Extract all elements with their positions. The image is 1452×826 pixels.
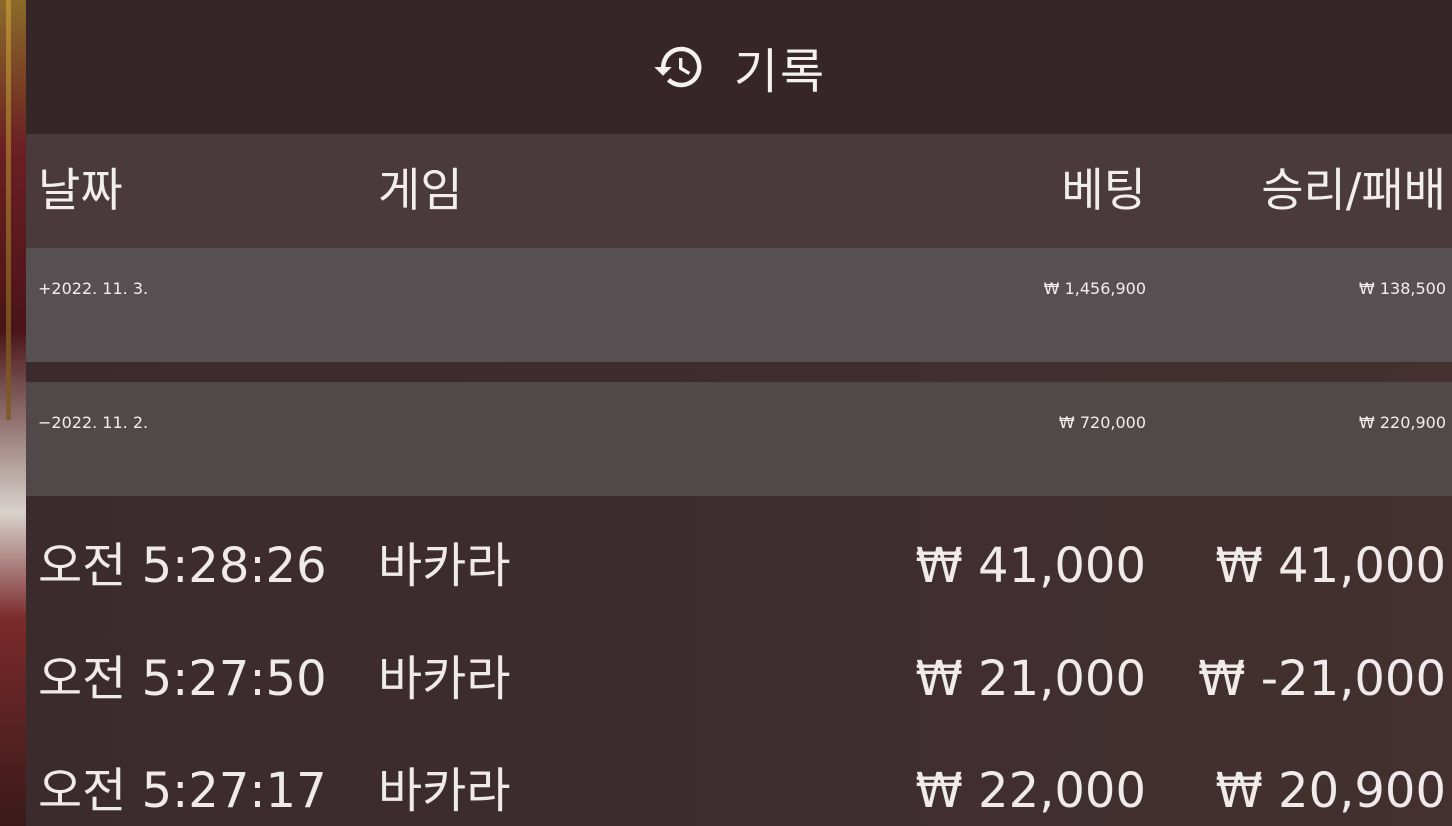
history-entry-row: 오전 5:27:50 바카라 ₩ 21,000 ₩ -21,000 (26, 610, 1452, 724)
group-bet-total: ₩ 1,456,900 (1043, 279, 1146, 298)
history-entry-row: 오전 5:27:17 바카라 ₩ 22,000 ₩ 20,900 (26, 724, 1452, 826)
date-group-toggle[interactable]: −2022. 11. 2. (38, 415, 148, 431)
history-panel: 기록 날짜 게임 베팅 승리/패배 +2022. 11. 3. ₩ 1,456,… (26, 0, 1452, 826)
column-header-result: 승리/패배 (1261, 163, 1446, 217)
entry-game: 바카라 (378, 538, 511, 594)
date-group-row[interactable]: −2022. 11. 2. ₩ 720,000 ₩ 220,900 (26, 382, 1452, 496)
entry-result: ₩ 41,000 (1215, 538, 1446, 594)
history-entry-row: 오전 5:28:26 바카라 ₩ 41,000 ₩ 41,000 (26, 496, 1452, 610)
background-edge (0, 0, 26, 826)
entry-game: 바카라 (378, 763, 511, 819)
entry-time: 오전 5:27:17 (38, 763, 327, 819)
entry-result: ₩ 20,900 (1215, 763, 1446, 819)
history-icon (654, 46, 702, 88)
column-header-date: 날짜 (38, 163, 123, 217)
group-result-total: ₩ 138,500 (1358, 279, 1446, 298)
entry-game: 바카라 (378, 651, 511, 707)
entry-bet: ₩ 21,000 (915, 651, 1146, 707)
history-title-bar: 기록 (26, 0, 1452, 134)
entry-result: ₩ -21,000 (1198, 651, 1446, 707)
group-bet-total: ₩ 720,000 (1058, 413, 1146, 432)
date-group-toggle[interactable]: +2022. 11. 3. (38, 281, 148, 297)
entry-time: 오전 5:28:26 (38, 538, 327, 594)
history-title: 기록 (652, 32, 826, 102)
entry-time: 오전 5:27:50 (38, 651, 327, 707)
date-group-row[interactable]: +2022. 11. 3. ₩ 1,456,900 ₩ 138,500 (26, 248, 1452, 362)
column-header-game: 게임 (378, 163, 463, 217)
entry-bet: ₩ 22,000 (915, 763, 1146, 819)
column-header-bet: 베팅 (1061, 163, 1146, 217)
page-title: 기록 (733, 44, 827, 100)
table-header: 날짜 게임 베팅 승리/패배 (26, 134, 1452, 248)
group-result-total: ₩ 220,900 (1358, 413, 1446, 432)
entry-bet: ₩ 41,000 (915, 538, 1146, 594)
